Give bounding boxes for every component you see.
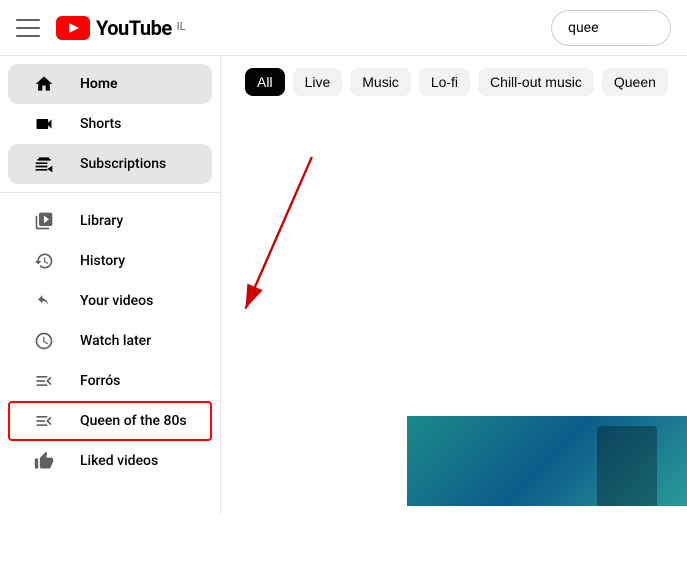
chip-music[interactable]: Music <box>350 68 411 96</box>
sidebar-item-watch-later[interactable]: Watch later <box>8 321 212 361</box>
sidebar-divider-1 <box>0 192 220 193</box>
sidebar-item-library[interactable]: Library <box>8 201 212 241</box>
history-icon <box>32 249 56 273</box>
header: YouTube IL quee <box>0 0 687 56</box>
shorts-icon <box>32 112 56 136</box>
sidebar-label-subscriptions: Subscriptions <box>80 156 166 172</box>
main-layout: Home Shorts Subscriptions <box>0 56 687 514</box>
playlist-queen-icon <box>32 409 56 433</box>
sidebar-item-forrós[interactable]: Forrós <box>8 361 212 401</box>
library-icon <box>32 209 56 233</box>
youtube-text: YouTube <box>96 16 172 40</box>
thumbnail-preview <box>407 416 687 506</box>
chip-live[interactable]: Live <box>293 68 343 96</box>
sidebar-label-home: Home <box>80 76 118 92</box>
chip-queen[interactable]: Queen <box>602 68 668 96</box>
thumbnail-figure <box>597 426 657 506</box>
content-area <box>221 108 687 506</box>
sidebar-item-shorts[interactable]: Shorts <box>8 104 212 144</box>
main-content: All Live Music Lo-fi Chill-out music Que… <box>221 56 687 514</box>
sidebar-label-shorts: Shorts <box>80 116 121 132</box>
sidebar: Home Shorts Subscriptions <box>0 56 220 514</box>
search-value: quee <box>568 20 599 36</box>
filter-bar: All Live Music Lo-fi Chill-out music Que… <box>221 56 687 108</box>
sidebar-item-home[interactable]: Home <box>8 64 212 104</box>
chip-all[interactable]: All <box>245 68 285 96</box>
subscriptions-icon <box>32 152 56 176</box>
search-bar[interactable]: quee <box>551 10 671 46</box>
sidebar-label-library: Library <box>80 213 123 229</box>
sidebar-item-history[interactable]: History <box>8 241 212 281</box>
sidebar-label-watch-later: Watch later <box>80 333 151 349</box>
sidebar-label-forrós: Forrós <box>80 373 120 389</box>
sidebar-label-history: History <box>80 253 125 269</box>
sidebar-label-liked-videos: Liked videos <box>80 453 158 469</box>
menu-button[interactable] <box>16 16 40 40</box>
youtube-logo[interactable]: YouTube IL <box>56 16 186 40</box>
country-code: IL <box>177 20 186 33</box>
home-icon <box>32 72 56 96</box>
sidebar-label-your-videos: Your videos <box>80 293 153 309</box>
sidebar-item-subscriptions[interactable]: Subscriptions <box>8 144 212 184</box>
sidebar-label-queen-80s: Queen of the 80s <box>80 413 187 429</box>
liked-icon <box>32 449 56 473</box>
chip-lofi[interactable]: Lo-fi <box>419 68 470 96</box>
watch-later-icon <box>32 329 56 353</box>
sidebar-item-liked-videos[interactable]: Liked videos <box>8 441 212 481</box>
sidebar-item-your-videos[interactable]: Your videos <box>8 281 212 321</box>
sidebar-item-queen-80s[interactable]: Queen of the 80s <box>8 401 212 441</box>
yt-logo-icon <box>56 16 90 40</box>
playlist-forrós-icon <box>32 369 56 393</box>
chip-chill[interactable]: Chill-out music <box>478 68 594 96</box>
your-videos-icon <box>32 289 56 313</box>
